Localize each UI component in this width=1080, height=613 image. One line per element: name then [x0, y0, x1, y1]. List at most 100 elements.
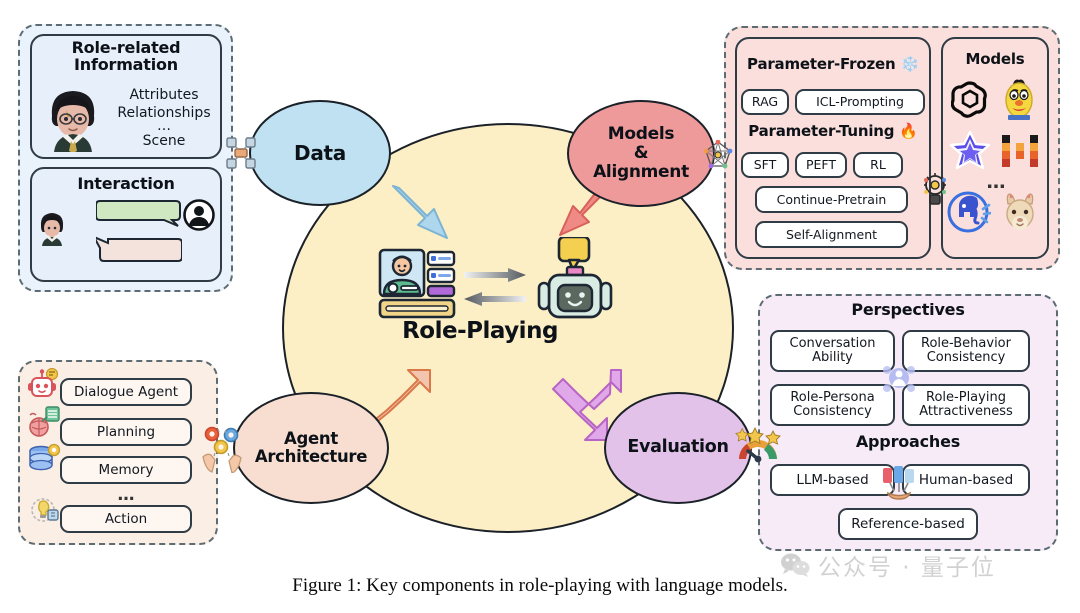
approaches-title-text: Approaches [855, 432, 961, 451]
chip-icl-prompting[interactable]: ICL-Prompting [795, 89, 925, 115]
gears-in-hands-icon [202, 426, 242, 473]
node-models-line1: Models [607, 123, 675, 144]
brain-planning-icon [29, 406, 60, 437]
mistral-pixel-logo-icon [1002, 135, 1038, 167]
human-profile-card-icon [378, 248, 456, 319]
chat-robot-icon [28, 368, 59, 397]
role-info-item-2: … [157, 117, 171, 134]
user-network-icon [883, 366, 915, 392]
role-info-items: Attributes Relationships … Scene [105, 87, 223, 149]
interaction-title-text: Interaction [77, 174, 175, 193]
node-agent-line1: Agent [284, 428, 338, 448]
voting-hand-icon [883, 466, 914, 500]
chip-sft[interactable]: SFT [741, 152, 789, 178]
chip-llm-based-label: LLM-based [796, 471, 869, 488]
agent-ellipsis-text: … [117, 485, 135, 505]
arrow-right-icon [464, 268, 526, 306]
parameter-frozen-title: Parameter-Frozen ❄️ [735, 55, 931, 73]
lightbulb-action-icon [31, 498, 59, 522]
node-data-label: Data [294, 140, 346, 165]
chip-icl-prompting-label: ICL-Prompting [816, 94, 904, 110]
role-info-item-0: Attributes [129, 87, 199, 103]
neural-network-icon [703, 140, 733, 169]
approaches-title: Approaches [758, 432, 1058, 451]
agent-ellipsis: … [60, 486, 192, 505]
chip-continue-pretrain[interactable]: Continue-Pretrain [755, 186, 908, 213]
chip-memory[interactable]: Memory [60, 456, 192, 484]
perspectives-title-text: Perspectives [851, 300, 965, 319]
robot-head-icon [924, 173, 946, 205]
robot-chat-icon [537, 237, 613, 319]
wechat-icon [781, 553, 810, 577]
node-agent-line2: Architecture [254, 447, 368, 466]
chip-role-persona-line1: Role-Persona [790, 389, 875, 405]
purple-star-model-logo-icon [949, 130, 991, 170]
chip-conversation-ability-line1: Conversation [789, 335, 876, 351]
chip-dialogue-agent-label: Dialogue Agent [73, 383, 179, 400]
chip-rag-label: RAG [751, 94, 779, 110]
chip-role-behavior-consistency[interactable]: Role-Behavior Consistency [902, 330, 1030, 372]
chip-peft-label: PEFT [805, 157, 837, 173]
chip-human-based-label: Human-based [918, 471, 1014, 488]
chip-action-label: Action [104, 510, 148, 527]
center-label: Role-Playing [402, 318, 558, 344]
chip-role-playing-line2: Attractiveness [919, 404, 1013, 419]
node-models-alignment[interactable]: Models & Alignment [567, 100, 715, 207]
chip-role-playing-line1: Role-Playing [926, 389, 1006, 405]
chip-self-alignment-label: Self-Alignment [785, 226, 878, 242]
llama-model-icon [1006, 193, 1034, 230]
node-evaluation[interactable]: Evaluation [604, 392, 752, 504]
processor-chip-icon [226, 137, 256, 169]
chip-role-behavior-line1: Role-Behavior [921, 335, 1011, 351]
node-data[interactable]: Data [249, 100, 391, 206]
node-evaluation-label: Evaluation [627, 437, 729, 458]
chip-role-persona-line2: Consistency [793, 404, 872, 419]
chip-rag[interactable]: RAG [741, 89, 789, 115]
chip-peft[interactable]: PEFT [795, 152, 847, 178]
chip-role-playing-attractiveness[interactable]: Role-Playing Attractiveness [902, 384, 1030, 426]
chip-self-alignment[interactable]: Self-Alignment [755, 221, 908, 248]
parameter-tuning-title: Parameter-Tuning 🔥 [735, 122, 931, 140]
chat-bubble-user [96, 200, 181, 227]
snowflake-icon: ❄️ [900, 55, 919, 73]
bert-muppet-icon [1005, 79, 1033, 120]
watermark-text: 公众号 · 量子位 [818, 555, 996, 581]
node-models-line3: Alignment [593, 162, 689, 183]
node-models-line2: & [633, 142, 649, 163]
models-list-title: Models [941, 50, 1049, 68]
chip-planning-label: Planning [96, 423, 156, 440]
interaction-title: Interaction [30, 174, 222, 193]
fire-icon: 🔥 [899, 122, 918, 140]
watermark: 公众号 · 量子位 [780, 548, 996, 582]
chip-dialogue-agent[interactable]: Dialogue Agent [60, 378, 192, 406]
chip-action[interactable]: Action [60, 505, 192, 533]
chip-sft-label: SFT [753, 157, 777, 173]
openai-logo-icon [951, 81, 987, 118]
wizard-character-avatar-icon [51, 91, 95, 152]
chip-conversation-ability[interactable]: Conversation Ability [770, 330, 895, 372]
chip-human-based[interactable]: Human-based [902, 464, 1030, 496]
node-agent-architecture[interactable]: Agent Architecture [233, 392, 389, 504]
chip-role-persona-consistency[interactable]: Role-Persona Consistency [770, 384, 895, 426]
role-info-title-line2: Information [74, 54, 178, 74]
parameter-frozen-title-text: Parameter-Frozen [747, 55, 896, 73]
chip-role-behavior-line2: Consistency [926, 350, 1006, 365]
chip-reference-based[interactable]: Reference-based [838, 508, 978, 540]
chip-reference-based-label: Reference-based [851, 515, 965, 532]
database-memory-icon [29, 443, 61, 471]
chip-conversation-ability-line2: Ability [812, 350, 853, 365]
blue-elephant-model-logo-icon [947, 191, 991, 233]
rating-gauge-icon [735, 426, 781, 463]
models-list-title-text: Models [965, 50, 1025, 68]
role-related-information-title: Role-related Information [30, 39, 222, 74]
chip-continue-pretrain-label: Continue-Pretrain [776, 191, 887, 207]
user-avatar-icon [183, 199, 215, 231]
chip-llm-based[interactable]: LLM-based [770, 464, 895, 496]
chat-bubble-character [96, 236, 182, 262]
character-avatar-icon [40, 213, 64, 246]
perspectives-title: Perspectives [758, 300, 1058, 319]
chip-rl-label: RL [870, 157, 886, 173]
role-info-item-3: Scene [142, 132, 186, 149]
chip-planning[interactable]: Planning [60, 418, 192, 446]
chip-rl[interactable]: RL [853, 152, 903, 178]
